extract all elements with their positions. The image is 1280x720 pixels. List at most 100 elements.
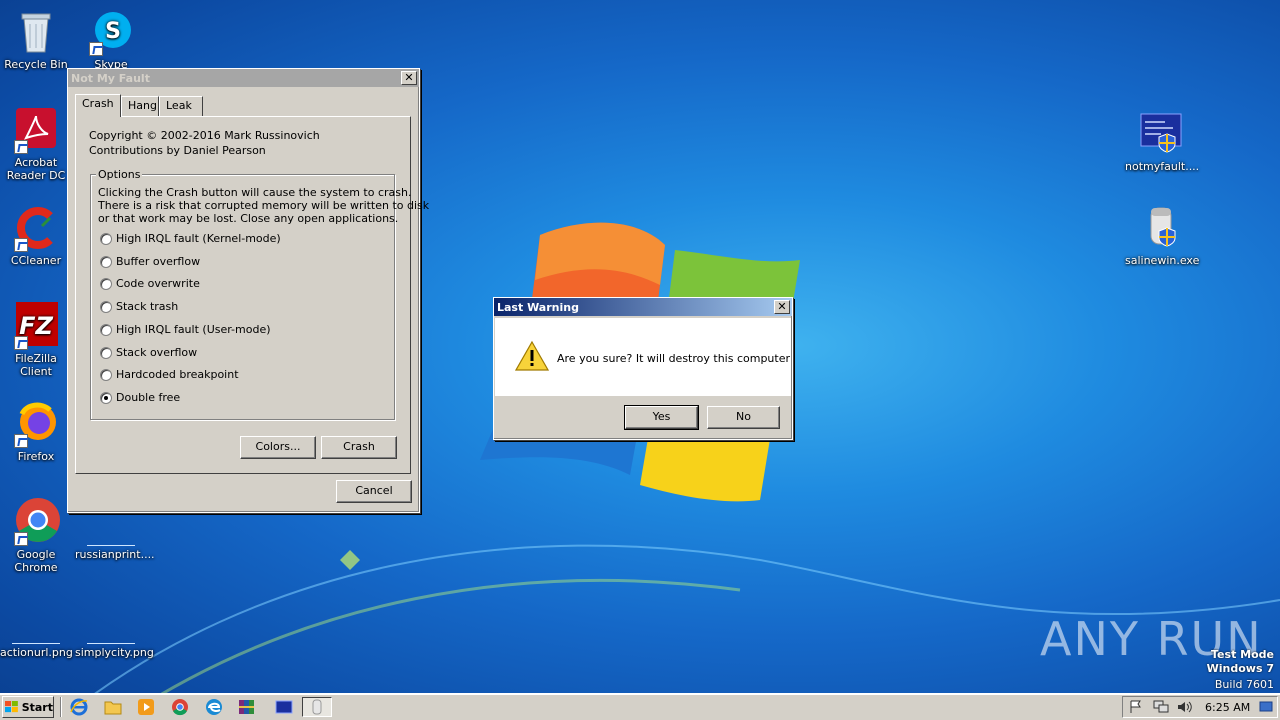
desktop-icon-label: actionurl.png [0,646,73,659]
ie-icon[interactable] [68,697,90,717]
tab-leak[interactable]: Leak [159,96,203,116]
desktop-icon-recycle-bin[interactable]: Recycle Bin [0,8,72,71]
desktop-icon-ccleaner[interactable]: CCleaner [0,204,72,267]
radio-button[interactable] [100,323,112,336]
build-label: Build 7601 [1214,678,1274,691]
desktop-icon-simplycity[interactable]: simplycity.png [75,596,154,659]
tab-hang[interactable]: Hang [121,96,159,116]
blank-file-icon [87,596,135,644]
option-high-irql-user[interactable]: High IRQL fault (User-mode) [100,323,271,336]
colors-button[interactable]: Colors... [240,436,316,459]
no-button[interactable]: No [707,406,780,429]
option-label: Stack overflow [116,346,198,359]
desktop-icon-actionurl[interactable]: actionurl.png [0,596,73,659]
desktop-icon-notmyfault[interactable]: notmyfault.... [1125,110,1200,173]
desktop-icon-label: Acrobat Reader DC [6,156,66,182]
cancel-button[interactable]: Cancel [336,480,412,503]
desktop-icon-firefox[interactable]: Firefox [0,400,72,463]
radio-button[interactable] [100,232,112,245]
os-label: Windows 7 [1206,662,1274,675]
chrome-icon [12,498,60,546]
explorer-icon[interactable] [102,697,124,717]
copyright-text: Copyright © 2002-2016 Mark Russinovich [89,129,320,142]
recycle-bin-icon [12,8,60,56]
notmyfault-icon [1137,110,1185,158]
option-label: High IRQL fault (Kernel-mode) [116,232,281,245]
desktop-icon-label: Recycle Bin [4,58,68,71]
radio-button[interactable] [100,368,112,381]
notmyfault-task-icon[interactable] [270,697,298,717]
volume-icon[interactable] [1177,700,1193,714]
option-label: Stack trash [116,300,179,313]
desktop-icon-skype[interactable]: S Skype [75,8,147,71]
dialog-titlebar[interactable]: Last Warning ✕ [494,298,792,316]
ccleaner-icon [12,204,60,252]
show-desktop-icon[interactable] [1259,701,1273,713]
radio-button[interactable] [100,300,112,313]
warning-icon [515,340,549,371]
desktop-icon-label: CCleaner [10,254,62,267]
start-button[interactable]: Start [2,696,54,718]
description-line: Clicking the Crash button will cause the… [98,186,412,199]
option-stack-trash[interactable]: Stack trash [100,300,178,313]
desktop-icon-acrobat[interactable]: Acrobat Reader DC [0,106,72,182]
taskbar: Start 6:25 AM [0,693,1280,720]
option-high-irql-kernel[interactable]: High IRQL fault (Kernel-mode) [100,232,281,245]
dialog-title: Last Warning [497,300,579,314]
desktop-icon-label: simplycity.png [75,646,154,659]
option-label: Buffer overflow [116,255,201,268]
option-hardcoded-breakpoint[interactable]: Hardcoded breakpoint [100,368,239,381]
desktop-icon-salinewin[interactable]: salinewin.exe [1125,204,1200,267]
desktop-icon-label: salinewin.exe [1125,254,1200,267]
radio-button[interactable] [100,255,112,268]
desktop-icon-label: Google Chrome [14,548,58,574]
acrobat-icon [12,106,60,154]
media-player-icon[interactable] [135,697,157,717]
radio-button[interactable] [100,277,112,290]
close-button[interactable]: ✕ [401,71,417,85]
desktop-icon-filezilla[interactable]: FZ FileZilla Client [0,302,72,378]
svg-text:S: S [105,19,121,44]
start-label: Start [21,700,53,714]
dialog-message: Are you sure? It will destroy this compu… [557,352,791,365]
test-mode-label: Test Mode [1211,648,1274,661]
desktop-icon-label: notmyfault.... [1125,160,1200,173]
option-code-overwrite[interactable]: Code overwrite [100,277,200,290]
notmyfault-titlebar[interactable]: Not My Fault ✕ [68,69,419,87]
option-label: Hardcoded breakpoint [116,368,239,381]
option-stack-overflow[interactable]: Stack overflow [100,346,197,359]
tab-crash[interactable]: Crash [75,94,121,117]
option-label: Code overwrite [116,277,200,290]
windows-flag-icon [5,701,18,713]
window-title: Not My Fault [71,71,150,85]
skype-icon: S [87,8,135,56]
winrar-icon[interactable] [236,697,258,717]
desktop-icon-label: Firefox [17,450,55,463]
chrome-icon[interactable] [169,697,191,717]
option-buffer-overflow[interactable]: Buffer overflow [100,255,200,268]
close-button[interactable]: ✕ [774,300,790,314]
taskbar-separator [60,697,62,717]
flag-icon[interactable] [1129,700,1143,714]
contributions-text: Contributions by Daniel Pearson [89,144,266,157]
desktop-icon-chrome[interactable]: Google Chrome [0,498,72,574]
radio-button-selected[interactable] [100,391,112,404]
filezilla-icon: FZ [12,302,60,350]
option-label: Double free [116,391,181,404]
edge-icon[interactable] [203,697,225,717]
blank-file-icon [12,596,60,644]
description-line: There is a risk that corrupted memory wi… [98,199,430,212]
salinewin-task-icon[interactable] [302,697,332,717]
option-double-free[interactable]: Double free [100,391,180,404]
description-line: or that work may be lost. Close any open… [98,212,399,225]
clock[interactable]: 6:25 AM [1205,701,1250,714]
radio-button[interactable] [100,346,112,359]
dialog-body: Are you sure? It will destroy this compu… [495,318,791,396]
system-tray: 6:25 AM [1122,696,1278,718]
salinewin-icon [1137,204,1185,252]
network-icon[interactable] [1153,700,1169,714]
option-label: High IRQL fault (User-mode) [116,323,271,336]
firefox-icon [12,400,60,448]
yes-button[interactable]: Yes [624,405,699,430]
crash-button[interactable]: Crash [321,436,397,459]
